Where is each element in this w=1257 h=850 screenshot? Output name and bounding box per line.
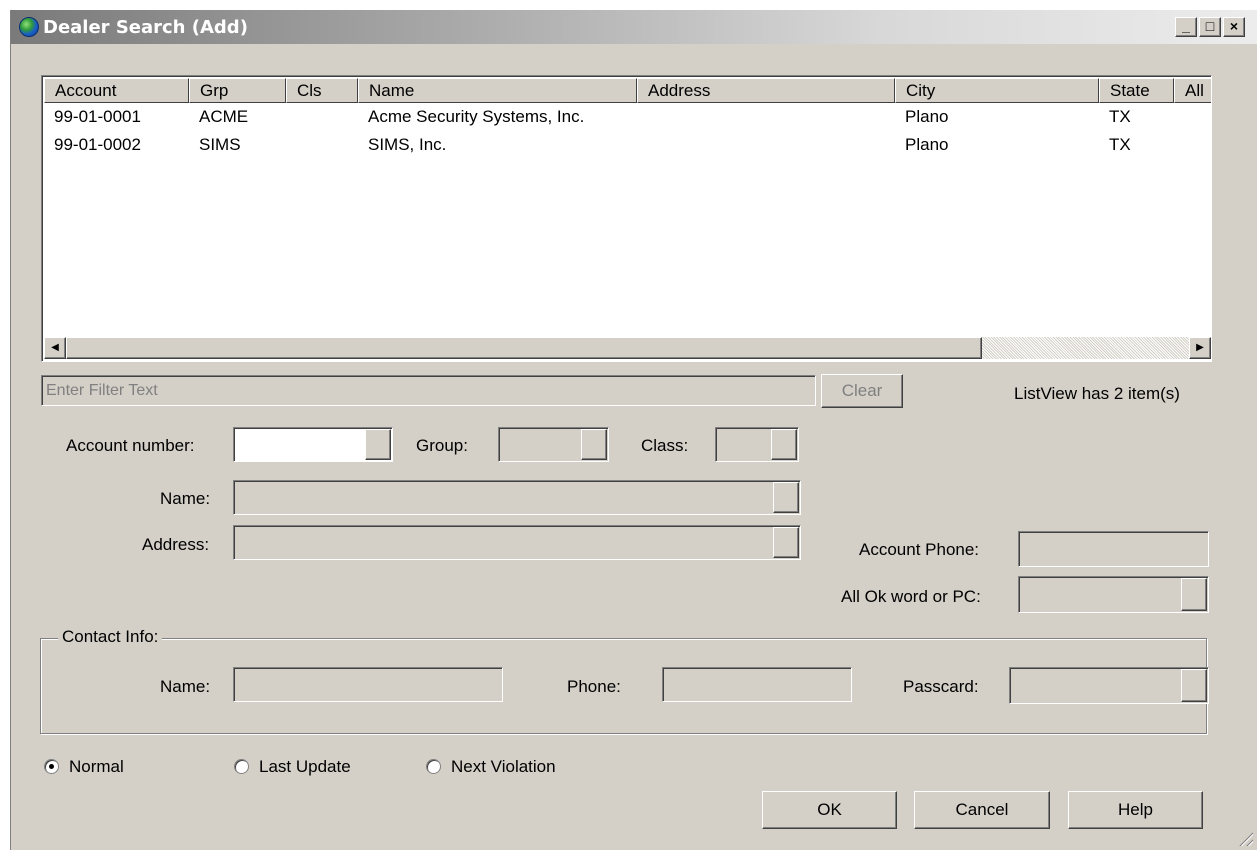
radio-next-violation-circle[interactable] xyxy=(426,759,441,774)
column-header-address[interactable]: Address xyxy=(637,78,895,103)
address-lookup-button[interactable] xyxy=(773,527,799,558)
all-ok-word-lookup-button[interactable] xyxy=(1181,578,1207,611)
cell-account: 99-01-0001 xyxy=(54,107,141,126)
name-label: Name: xyxy=(160,489,211,508)
contact-name-label: Name: xyxy=(160,677,211,696)
all-ok-word-field[interactable] xyxy=(1018,576,1209,613)
window-title: Dealer Search (Add) xyxy=(43,17,248,38)
passcard-lookup-button[interactable] xyxy=(1181,669,1207,702)
column-header-cls[interactable]: Cls xyxy=(286,78,358,103)
column-header-name[interactable]: Name xyxy=(358,78,637,103)
passcard-label: Passcard: xyxy=(903,677,979,696)
cell-name: SIMS, Inc. xyxy=(368,135,447,154)
radio-normal-circle[interactable] xyxy=(44,759,59,774)
radio-next-violation-label[interactable]: Next Violation xyxy=(451,757,556,777)
group-label: Group: xyxy=(416,436,468,455)
name-lookup-button[interactable] xyxy=(773,482,799,513)
cell-name: Acme Security Systems, Inc. xyxy=(368,107,585,126)
column-header-city[interactable]: City xyxy=(895,78,1099,103)
cell-grp: SIMS xyxy=(199,135,241,154)
contact-phone-field[interactable] xyxy=(662,667,852,702)
account-number-label: Account number: xyxy=(66,436,195,455)
contact-name-field[interactable] xyxy=(233,667,503,702)
filter-input[interactable]: Enter Filter Text xyxy=(41,375,816,406)
table-row[interactable]: 99-01-0001 ACME Acme Security Systems, I… xyxy=(44,103,1211,131)
minimize-button[interactable]: _ xyxy=(1175,17,1197,37)
cell-state: TX xyxy=(1109,135,1131,154)
title-bar[interactable]: Dealer Search (Add) _ □ × xyxy=(11,10,1257,44)
scroll-left-arrow-icon[interactable]: ◀ xyxy=(44,337,66,359)
cell-city: Plano xyxy=(905,135,949,154)
column-header-account[interactable]: Account xyxy=(44,78,189,103)
cell-city: Plano xyxy=(905,107,949,126)
cell-state: TX xyxy=(1109,107,1131,126)
name-field[interactable] xyxy=(233,480,801,515)
class-label: Class: xyxy=(641,436,689,455)
table-row[interactable]: 99-01-0002 SIMS SIMS, Inc. Plano TX xyxy=(44,131,1211,159)
radio-selected-dot xyxy=(49,764,54,769)
scroll-right-arrow-icon[interactable]: ▶ xyxy=(1189,337,1211,359)
maximize-button[interactable]: □ xyxy=(1199,17,1221,37)
globe-icon xyxy=(19,17,39,37)
all-ok-word-label: All Ok word or PC: xyxy=(841,587,981,606)
resize-grip-icon[interactable] xyxy=(1237,830,1253,846)
radio-last-update-circle[interactable] xyxy=(234,759,249,774)
passcard-field[interactable] xyxy=(1009,667,1209,704)
close-button[interactable]: × xyxy=(1223,17,1245,37)
cell-account: 99-01-0002 xyxy=(54,135,141,154)
item-count-status: ListView has 2 item(s) xyxy=(1014,384,1180,403)
scrollbar-thumb[interactable] xyxy=(66,337,982,359)
account-phone-label: Account Phone: xyxy=(859,540,980,559)
address-label: Address: xyxy=(142,535,210,554)
list-header: Account Grp Cls Name Address City State … xyxy=(44,78,1211,103)
clear-button[interactable]: Clear xyxy=(821,374,903,408)
cancel-button[interactable]: Cancel xyxy=(914,791,1050,829)
horizontal-scrollbar[interactable]: ◀ ▶ xyxy=(44,337,1211,359)
contact-info-title: Contact Info: xyxy=(58,627,163,647)
ok-button[interactable]: OK xyxy=(762,791,897,829)
contact-phone-label: Phone: xyxy=(567,677,621,696)
radio-last-update-label[interactable]: Last Update xyxy=(259,757,351,777)
column-header-grp[interactable]: Grp xyxy=(189,78,286,103)
account-number-field[interactable] xyxy=(233,427,393,462)
account-number-lookup-button[interactable] xyxy=(365,429,391,460)
dealer-search-window: Dealer Search (Add) _ □ × Account Grp Cl… xyxy=(10,10,1257,850)
cell-grp: ACME xyxy=(199,107,249,126)
column-header-state[interactable]: State xyxy=(1099,78,1174,103)
column-header-all[interactable]: All xyxy=(1174,78,1211,103)
address-field[interactable] xyxy=(233,525,801,560)
class-lookup-button[interactable] xyxy=(771,429,797,460)
account-phone-field[interactable] xyxy=(1018,531,1209,567)
dealer-list[interactable]: Account Grp Cls Name Address City State … xyxy=(41,75,1212,362)
help-button[interactable]: Help xyxy=(1068,791,1203,829)
radio-normal-label[interactable]: Normal xyxy=(69,757,124,777)
class-field[interactable] xyxy=(715,427,799,462)
group-field[interactable] xyxy=(498,427,609,462)
group-lookup-button[interactable] xyxy=(581,429,607,460)
